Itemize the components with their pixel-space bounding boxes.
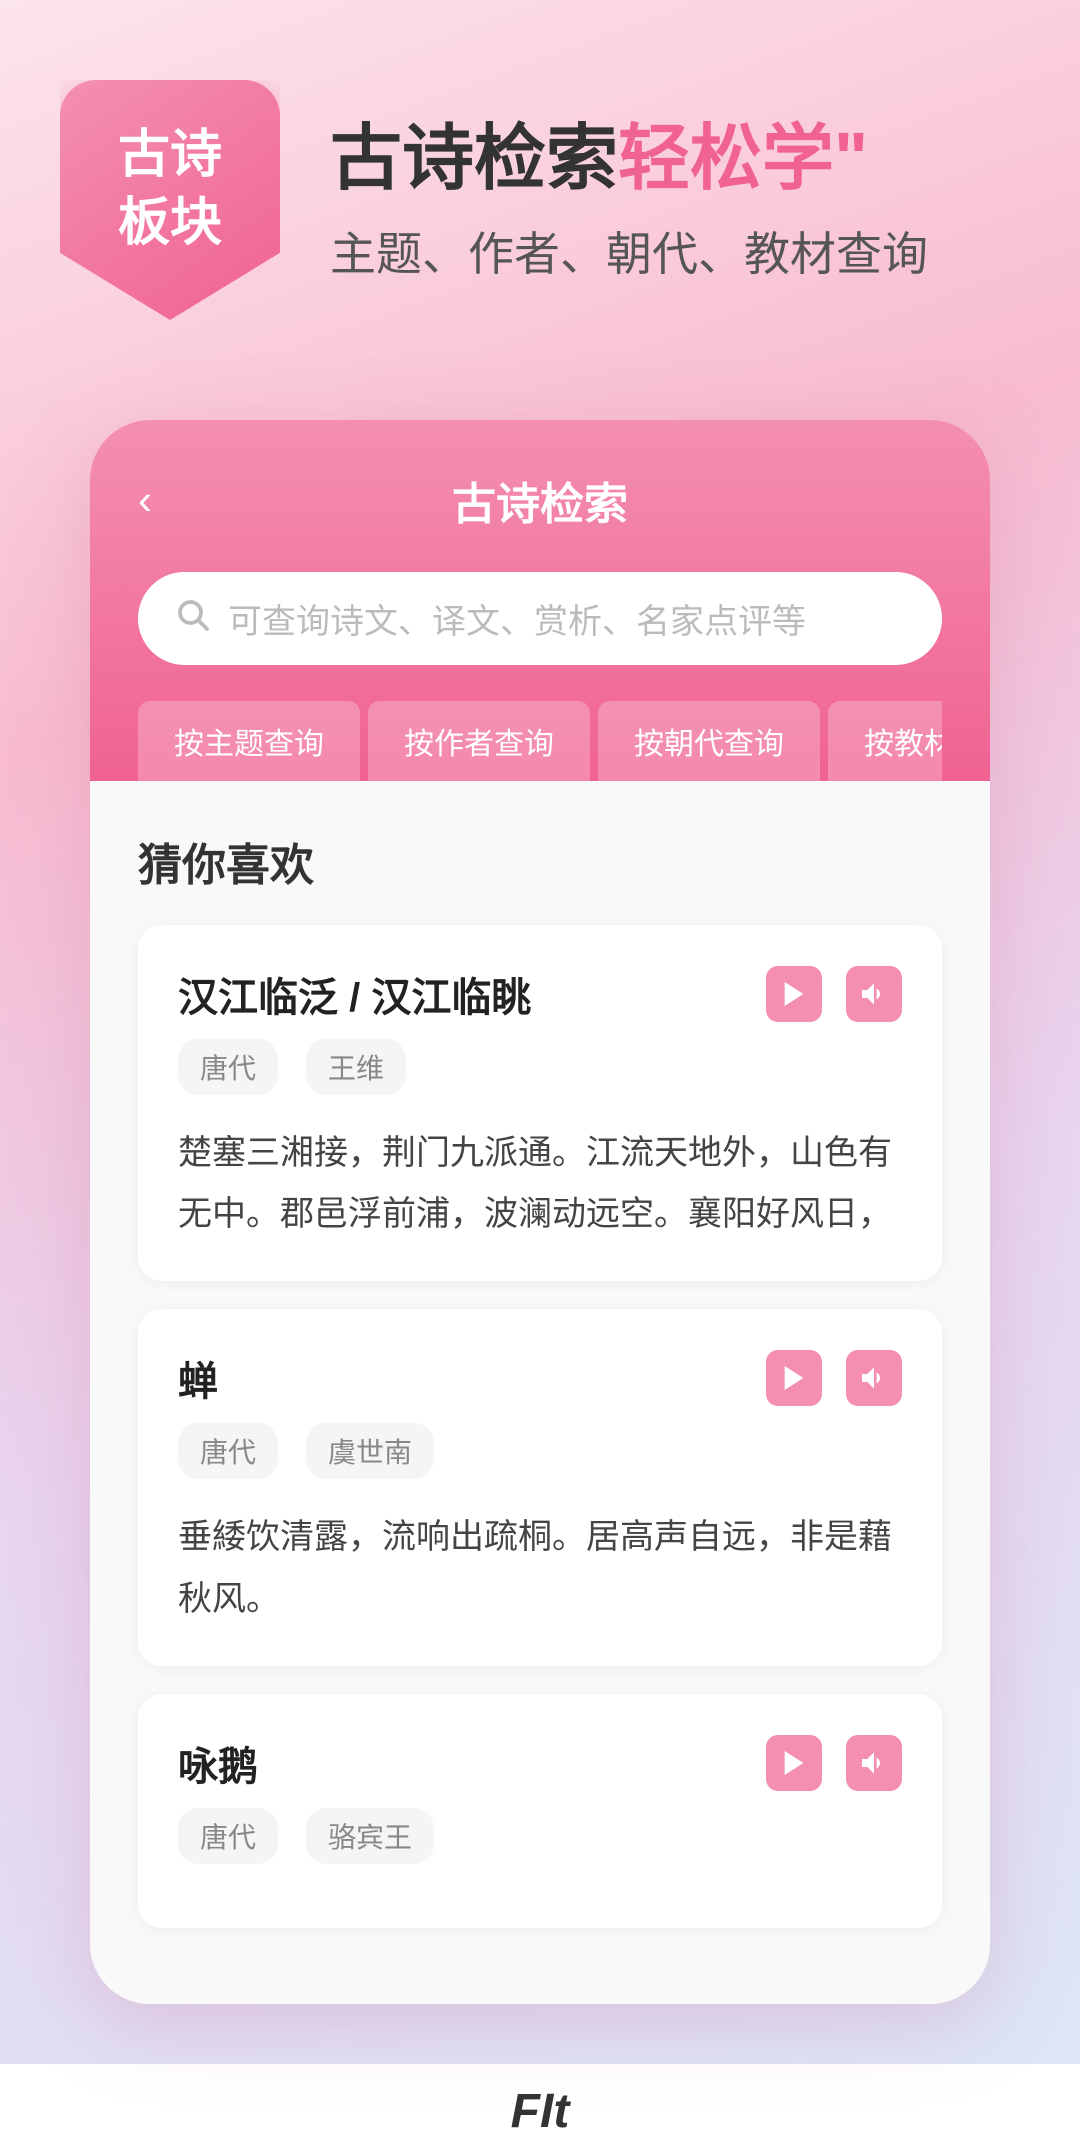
phone-wrapper: ‹ 古诗检索 可查询诗文、译文、赏析、名家点评等 按主题查询 按作者查询 按朝代…	[0, 380, 1080, 2064]
poem-card-0: 汉江临泛 / 汉江临眺 唐代 王维 楚塞三湘接，荆门九派通。江流天地外，山色有无…	[138, 925, 942, 1281]
phone-mockup: ‹ 古诗检索 可查询诗文、译文、赏析、名家点评等 按主题查询 按作者查询 按朝代…	[90, 420, 990, 2004]
poem-card-1: 蝉 唐代 虞世南 垂緌饮清露，流响出疏桐。居高声自远，非是藉秋风。	[138, 1309, 942, 1665]
badge-line1: 古诗	[118, 122, 222, 190]
badge-shield: 古诗 板块	[60, 80, 280, 320]
filter-tab-textbook[interactable]: 按教材查询	[828, 701, 942, 781]
filter-tabs: 按主题查询 按作者查询 按朝代查询 按教材查询	[138, 701, 942, 781]
poem-0-dynasty: 唐代	[178, 1039, 278, 1095]
poem-2-actions	[766, 1735, 902, 1791]
poem-1-actions	[766, 1350, 902, 1406]
search-bar[interactable]: 可查询诗文、译文、赏析、名家点评等	[138, 572, 942, 665]
hero-title-block: 古诗检索轻松学" 主题、作者、朝代、教材查询	[330, 116, 1020, 284]
poem-1-audio-button[interactable]	[846, 1350, 902, 1406]
poem-1-title: 蝉	[178, 1349, 218, 1407]
poem-0-actions	[766, 966, 902, 1022]
poem-1-author: 虞世南	[306, 1423, 434, 1479]
poem-0-meta: 唐代 王维	[178, 1039, 902, 1095]
poem-card-0-header: 汉江临泛 / 汉江临眺	[178, 965, 902, 1023]
poem-2-meta: 唐代 骆宾王	[178, 1808, 902, 1864]
app-title-bar: ‹ 古诗检索	[138, 468, 942, 532]
filter-tab-author[interactable]: 按作者查询	[368, 701, 590, 781]
poem-0-author: 王维	[306, 1039, 406, 1095]
hero-title-normal: 古诗检索	[330, 119, 618, 199]
poem-0-content: 楚塞三湘接，荆门九派通。江流天地外，山色有无中。郡邑浮前浦，波澜动远空。襄阳好风…	[178, 1123, 902, 1245]
filter-tab-dynasty[interactable]: 按朝代查询	[598, 701, 820, 781]
poem-1-content: 垂緌饮清露，流响出疏桐。居高声自远，非是藉秋风。	[178, 1507, 902, 1629]
content-area: 猜你喜欢 汉江临泛 / 汉江临眺 唐代 王维	[90, 781, 990, 2004]
poem-0-title: 汉江临泛 / 汉江临眺	[178, 965, 531, 1023]
poem-2-dynasty: 唐代	[178, 1808, 278, 1864]
poem-2-audio-button[interactable]	[846, 1735, 902, 1791]
app-header: ‹ 古诗检索 可查询诗文、译文、赏析、名家点评等 按主题查询 按作者查询 按朝代…	[90, 420, 990, 781]
bottom-bar: FIt	[0, 2064, 1080, 2149]
hero-subtitle: 主题、作者、朝代、教材查询	[330, 218, 1020, 284]
poem-card-1-header: 蝉	[178, 1349, 902, 1407]
fit-logo: FIt	[511, 2084, 570, 2139]
hero-title-quote: "	[834, 119, 868, 199]
poem-0-play-button[interactable]	[766, 966, 822, 1022]
filter-tab-theme[interactable]: 按主题查询	[138, 701, 360, 781]
hero-section: 古诗 板块 古诗检索轻松学" 主题、作者、朝代、教材查询	[0, 0, 1080, 380]
poem-card-2-header: 咏鹅	[178, 1734, 902, 1792]
hero-title-highlight: 轻松学	[618, 119, 834, 199]
poem-2-play-button[interactable]	[766, 1735, 822, 1791]
poem-1-meta: 唐代 虞世南	[178, 1423, 902, 1479]
poem-1-play-button[interactable]	[766, 1350, 822, 1406]
search-icon	[174, 596, 210, 641]
badge-line2: 板块	[118, 190, 222, 258]
poem-card-2: 咏鹅 唐代 骆宾王	[138, 1694, 942, 1928]
poem-2-title: 咏鹅	[178, 1734, 258, 1792]
section-title: 猜你喜欢	[138, 829, 942, 893]
poem-1-dynasty: 唐代	[178, 1423, 278, 1479]
poem-0-audio-button[interactable]	[846, 966, 902, 1022]
badge-text: 古诗 板块	[118, 122, 222, 257]
hero-main-title: 古诗检索轻松学"	[330, 116, 1020, 202]
poem-2-author: 骆宾王	[306, 1808, 434, 1864]
search-placeholder-text: 可查询诗文、译文、赏析、名家点评等	[228, 594, 906, 643]
app-title-label: 古诗检索	[452, 468, 628, 532]
back-button[interactable]: ‹	[138, 479, 152, 521]
